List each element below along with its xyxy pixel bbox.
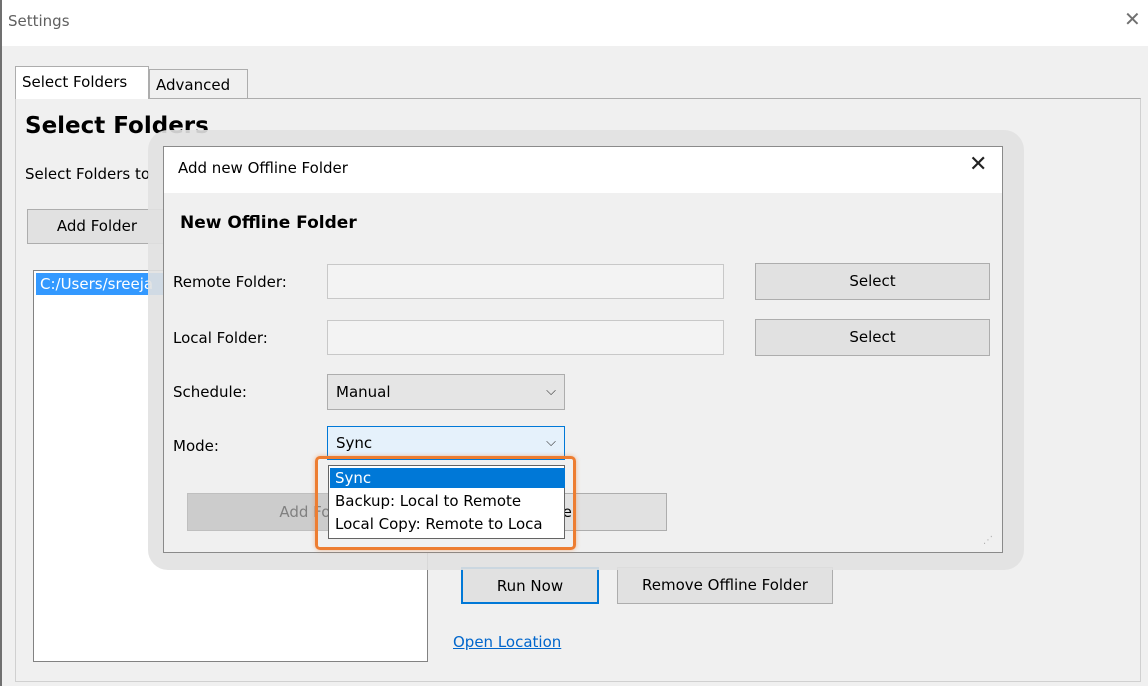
select-remote-button[interactable]: Select [755, 263, 990, 300]
chevron-down-icon: ⌵ [546, 435, 556, 450]
close-icon[interactable]: ✕ [969, 153, 987, 177]
tab-select-folders[interactable]: Select Folders [15, 66, 149, 99]
resize-grip-icon[interactable]: ⋰ [983, 535, 993, 546]
window-close-icon[interactable]: ✕ [1124, 9, 1141, 29]
page-description: Select Folders to [25, 165, 151, 183]
remote-folder-field[interactable] [327, 264, 724, 299]
add-folder-button[interactable]: Add Folder [27, 209, 167, 244]
mode-label: Mode: [173, 437, 219, 455]
window-title: Settings [8, 12, 70, 30]
remove-offline-folder-button[interactable]: Remove Offline Folder [617, 567, 833, 604]
schedule-value: Manual [336, 383, 391, 401]
mode-select[interactable]: Sync ⌵ [327, 426, 565, 460]
dialog-title: Add new Offline Folder [178, 159, 348, 177]
open-location-link[interactable]: Open Location [453, 633, 561, 651]
mode-dropdown-list[interactable]: Sync Backup: Local to Remote Local Copy:… [328, 465, 565, 539]
chevron-down-icon: ⌵ [546, 384, 556, 399]
dropdown-option-sync[interactable]: Sync [330, 468, 565, 488]
dropdown-option-local-copy[interactable]: Local Copy: Remote to Loca [330, 514, 565, 534]
schedule-select[interactable]: Manual ⌵ [327, 374, 565, 410]
window-titlebar [2, 0, 1148, 46]
remote-folder-label: Remote Folder: [173, 273, 287, 291]
local-folder-label: Local Folder: [173, 329, 268, 347]
schedule-label: Schedule: [173, 383, 247, 401]
select-local-button[interactable]: Select [755, 319, 990, 356]
dropdown-option-backup[interactable]: Backup: Local to Remote [330, 491, 565, 511]
local-folder-field[interactable] [327, 320, 724, 355]
mode-value: Sync [336, 434, 373, 452]
dialog-heading: New Offline Folder [180, 213, 357, 233]
run-now-button[interactable]: Run Now [461, 567, 599, 604]
tab-advanced[interactable]: Advanced [149, 69, 248, 99]
